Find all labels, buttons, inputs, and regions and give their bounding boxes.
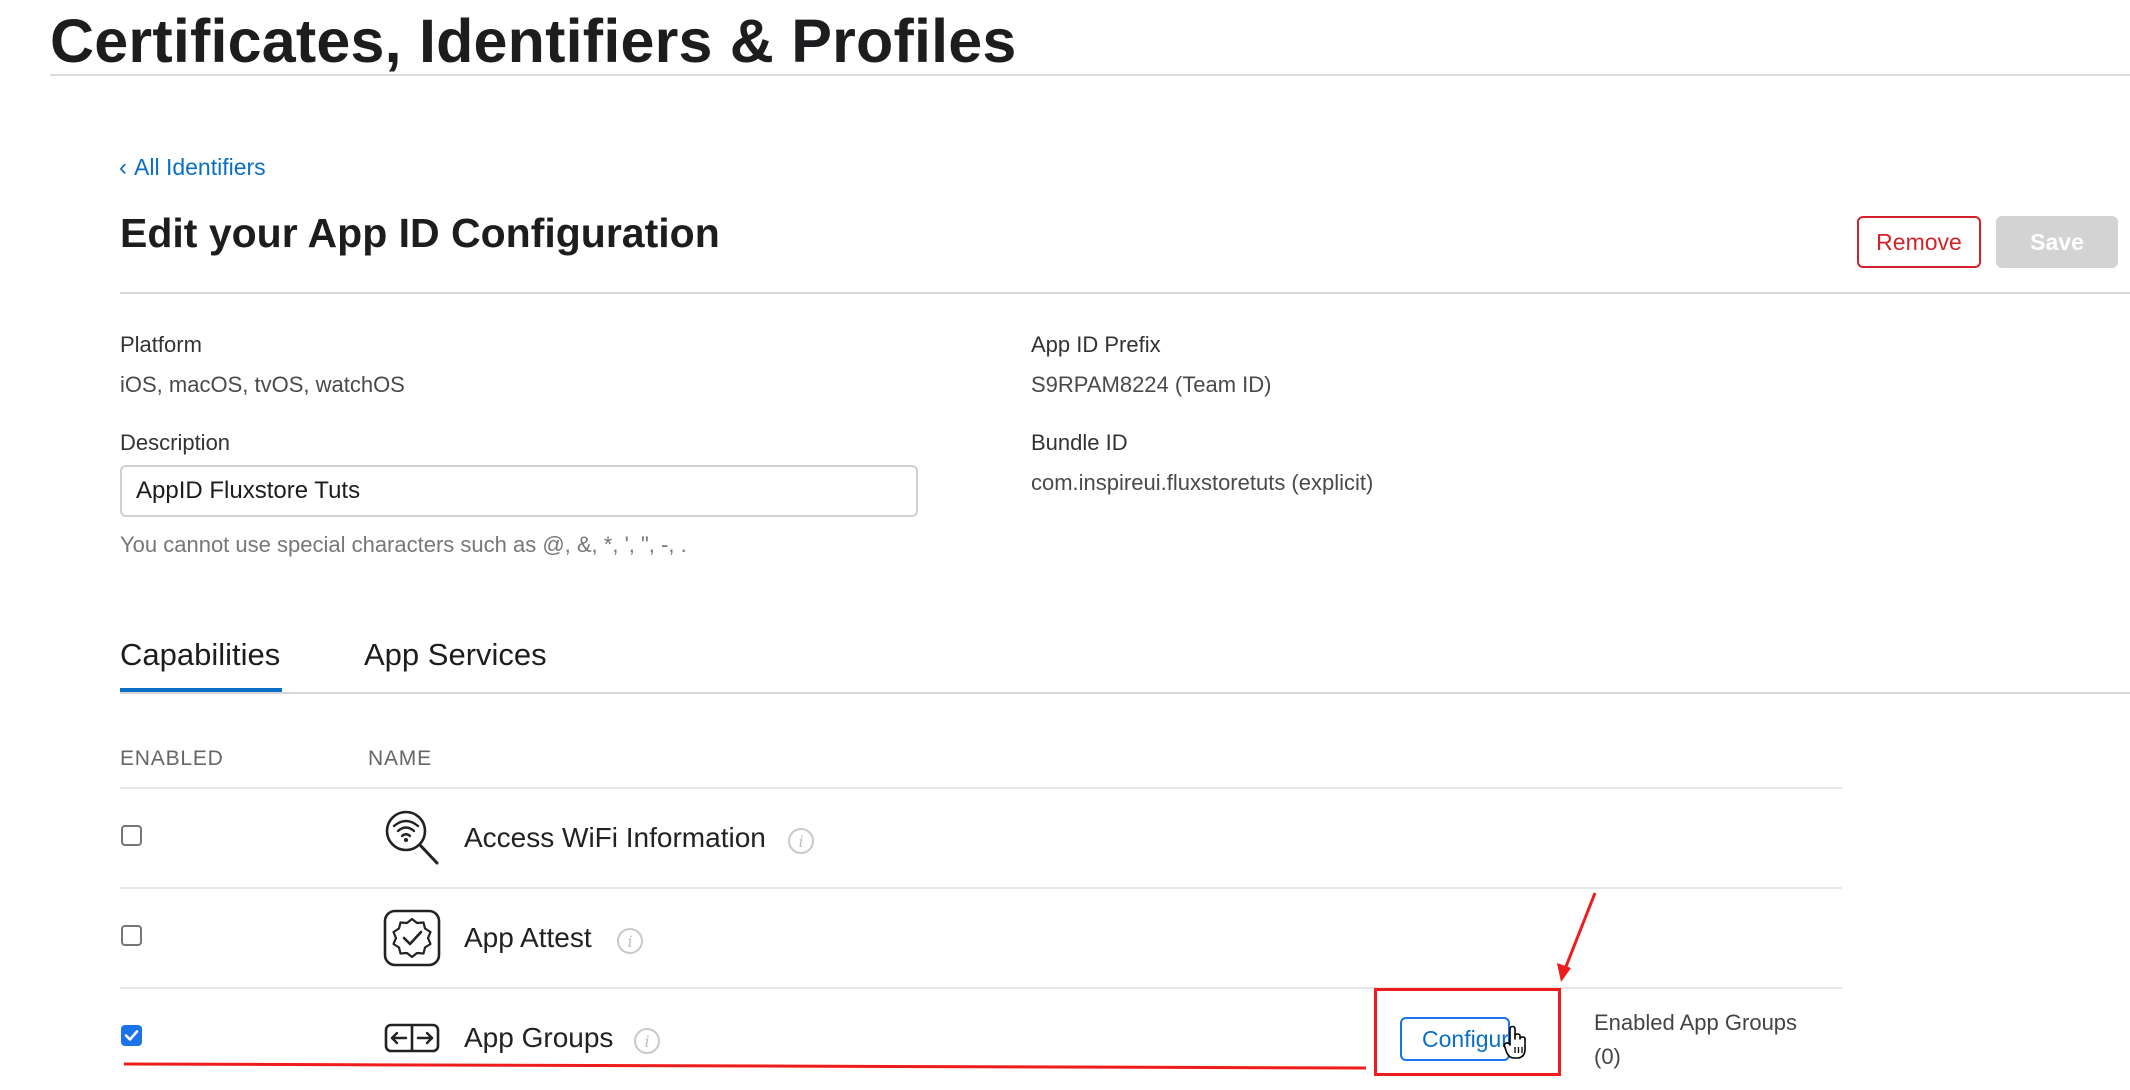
tabs-divider	[120, 692, 2130, 694]
tab-capabilities[interactable]: Capabilities	[120, 637, 280, 673]
app-id-prefix-value: S9RPAM8224 (Team ID)	[1031, 372, 1272, 397]
description-help-text: You cannot use special characters such a…	[120, 532, 687, 557]
chevron-left-icon: ‹	[119, 153, 127, 181]
enable-checkbox-app-attest[interactable]	[121, 925, 142, 946]
bundle-id-label: Bundle ID	[1031, 430, 1128, 455]
annotation-arrow-line	[1563, 892, 1597, 970]
description-input[interactable]	[120, 465, 918, 517]
enabled-app-groups-count: (0)	[1594, 1044, 1621, 1069]
enable-checkbox-app-groups[interactable]	[121, 1025, 142, 1046]
row-divider	[120, 987, 1842, 989]
annotation-highlight-box	[1374, 988, 1561, 1076]
bundle-id-value: com.inspireui.fluxstoretuts (explicit)	[1031, 470, 1374, 495]
annotation-arrow-head	[1557, 963, 1571, 982]
enabled-app-groups-label: Enabled App Groups	[1594, 1010, 1798, 1035]
wifi-search-icon	[385, 810, 439, 865]
enable-checkbox-access-wifi[interactable]	[121, 825, 142, 846]
app-groups-icon	[384, 1023, 440, 1053]
info-icon[interactable]: i	[788, 828, 814, 854]
verified-badge-icon	[383, 909, 441, 967]
info-icon[interactable]: i	[617, 928, 643, 954]
platform-value: iOS, macOS, tvOS, watchOS	[120, 372, 405, 397]
remove-button[interactable]: Remove	[1857, 216, 1981, 268]
capability-name-app-attest: App Attest	[464, 922, 592, 953]
column-header-enabled: ENABLED	[120, 747, 224, 770]
platform-label: Platform	[120, 332, 202, 357]
column-header-name: NAME	[368, 747, 432, 770]
all-identifiers-link[interactable]: ‹ All Identifiers	[119, 154, 266, 181]
tab-app-services[interactable]: App Services	[364, 637, 547, 673]
checkmark-icon	[124, 1030, 139, 1041]
section-title: Edit your App ID Configuration	[120, 210, 720, 256]
description-label: Description	[120, 430, 231, 455]
save-button[interactable]: Save	[1996, 216, 2118, 268]
info-icon[interactable]: i	[634, 1028, 660, 1054]
row-divider	[120, 887, 1842, 889]
capability-name-app-groups: App Groups	[464, 1022, 614, 1053]
app-id-prefix-label: App ID Prefix	[1031, 332, 1161, 357]
capability-name-access-wifi: Access WiFi Information	[464, 822, 766, 853]
table-header-divider	[120, 787, 1842, 789]
section-divider	[120, 292, 2130, 294]
back-link-label: All Identifiers	[134, 154, 266, 180]
page-title: Certificates, Identifiers & Profiles	[50, 7, 1017, 75]
annotation-underline	[123, 1062, 1367, 1070]
enabled-app-groups-info: Enabled App Groups (0)	[1594, 1006, 1797, 1074]
header-divider	[50, 74, 2130, 76]
